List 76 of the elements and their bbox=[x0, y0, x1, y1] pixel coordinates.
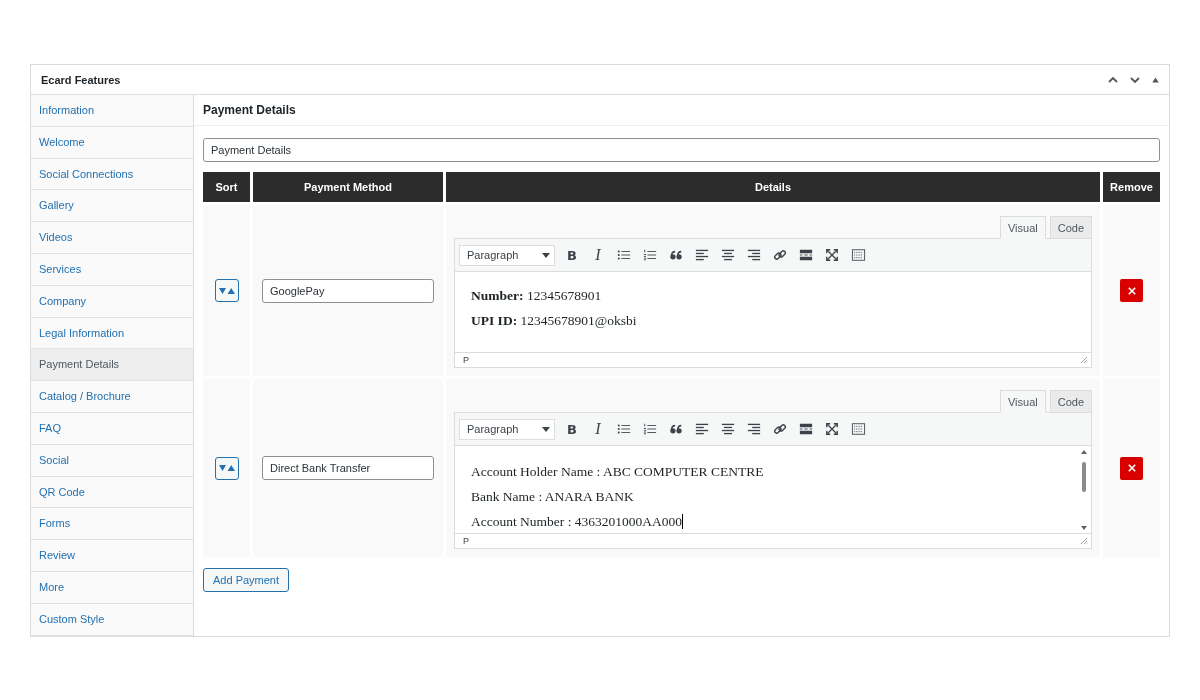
format-dropdown[interactable]: Paragraph bbox=[459, 244, 555, 266]
italic-button[interactable]: I bbox=[585, 242, 611, 268]
fullscreen-icon[interactable] bbox=[825, 248, 839, 262]
sidebar-item[interactable]: Social Connections bbox=[31, 158, 193, 191]
close-icon bbox=[1127, 464, 1136, 472]
format-dropdown[interactable]: Paragraph bbox=[459, 418, 555, 440]
sort-arrows-icon bbox=[218, 464, 235, 472]
column-header: Payment Method bbox=[253, 172, 443, 202]
editor-text-line: Account Holder Name : ABC COMPUTER CENTRE bbox=[471, 464, 765, 480]
quote-icon[interactable] bbox=[669, 248, 683, 262]
italic-button[interactable]: I bbox=[585, 416, 611, 442]
read-more-icon[interactable] bbox=[799, 248, 813, 262]
numbered-list-icon[interactable] bbox=[643, 422, 657, 436]
resize-handle-icon[interactable] bbox=[1080, 356, 1088, 364]
editor-tab[interactable]: Code bbox=[1049, 390, 1092, 413]
sidebar-item[interactable]: Custom Style bbox=[31, 603, 193, 636]
section-title: Payment Details bbox=[203, 103, 296, 117]
editor-text-line: Bank Name : ANARA BANK bbox=[471, 489, 635, 505]
caret-icon bbox=[542, 426, 550, 432]
toolbar-toggle-icon[interactable] bbox=[850, 248, 866, 262]
quote-icon[interactable] bbox=[669, 422, 683, 436]
link-icon[interactable] bbox=[773, 422, 787, 436]
sidebar-item[interactable]: FAQ bbox=[31, 412, 193, 445]
bold-button[interactable]: B bbox=[559, 416, 585, 442]
close-icon bbox=[1127, 286, 1136, 295]
sidebar-item[interactable]: More bbox=[31, 571, 193, 604]
align-center-icon[interactable] bbox=[721, 248, 735, 262]
add-payment-button[interactable]: Add Payment bbox=[203, 568, 290, 592]
column-header: Remove bbox=[1103, 172, 1160, 202]
sort-arrows-icon bbox=[218, 286, 235, 295]
sidebar-item[interactable]: Company bbox=[31, 285, 193, 318]
bold-button[interactable]: B bbox=[559, 242, 585, 268]
editor-tab[interactable]: Code bbox=[1049, 216, 1092, 239]
editor-text-line: Number: 12345678901 bbox=[471, 288, 603, 304]
numbered-list-icon[interactable] bbox=[643, 248, 657, 262]
align-left-icon[interactable] bbox=[695, 248, 709, 262]
bullet-list-icon[interactable] bbox=[617, 422, 631, 436]
element-path: P bbox=[463, 536, 469, 546]
method-input-field[interactable]: Direct Bank Transfer bbox=[262, 456, 434, 480]
element-path: P bbox=[463, 355, 469, 365]
sort-button[interactable] bbox=[214, 456, 239, 480]
panel-title: Ecard Features bbox=[41, 73, 121, 86]
sidebar-item[interactable]: Gallery bbox=[31, 190, 193, 223]
method-input-field[interactable]: GooglePay bbox=[262, 278, 434, 303]
sidebar-item[interactable]: Welcome bbox=[31, 126, 193, 159]
sidebar-item[interactable]: Forms bbox=[31, 508, 193, 541]
sidebar-item[interactable]: Information bbox=[31, 95, 193, 127]
link-icon[interactable] bbox=[773, 248, 787, 262]
caret-icon bbox=[542, 252, 550, 258]
collapse-triangle-icon[interactable] bbox=[1151, 75, 1160, 84]
editor-tab[interactable]: Visual bbox=[999, 390, 1046, 413]
bullet-list-icon[interactable] bbox=[617, 248, 631, 262]
column-header: Details bbox=[446, 172, 1100, 202]
align-right-icon[interactable] bbox=[747, 248, 761, 262]
sidebar-item[interactable]: QR Code bbox=[31, 476, 193, 509]
editor-tab[interactable]: Visual bbox=[999, 216, 1046, 239]
resize-handle-icon[interactable] bbox=[1080, 537, 1088, 545]
sidebar-item[interactable]: Videos bbox=[31, 222, 193, 254]
sidebar-item[interactable]: Review bbox=[31, 540, 193, 572]
remove-button[interactable] bbox=[1120, 456, 1143, 480]
sort-button[interactable] bbox=[214, 279, 239, 302]
read-more-icon[interactable] bbox=[799, 422, 813, 436]
sidebar-item[interactable]: Catalog / Brochure bbox=[31, 381, 193, 413]
remove-button[interactable] bbox=[1120, 279, 1143, 302]
editor-text-line: UPI ID: 12345678901@oksbi bbox=[471, 313, 638, 329]
toolbar-toggle-icon[interactable] bbox=[850, 422, 866, 436]
align-center-icon[interactable] bbox=[721, 422, 735, 436]
editor-text-line: Account Number : 4363201000AA000 bbox=[471, 514, 685, 530]
column-header: Sort bbox=[203, 172, 250, 202]
title-input-field[interactable]: Payment Details bbox=[203, 138, 1160, 162]
sidebar-item[interactable]: Services bbox=[31, 254, 193, 286]
sidebar-item[interactable]: Payment Details bbox=[31, 349, 193, 382]
fullscreen-icon[interactable] bbox=[825, 422, 839, 436]
sidebar-item[interactable]: Social bbox=[31, 444, 193, 477]
align-left-icon[interactable] bbox=[695, 422, 709, 436]
align-right-icon[interactable] bbox=[747, 422, 761, 436]
